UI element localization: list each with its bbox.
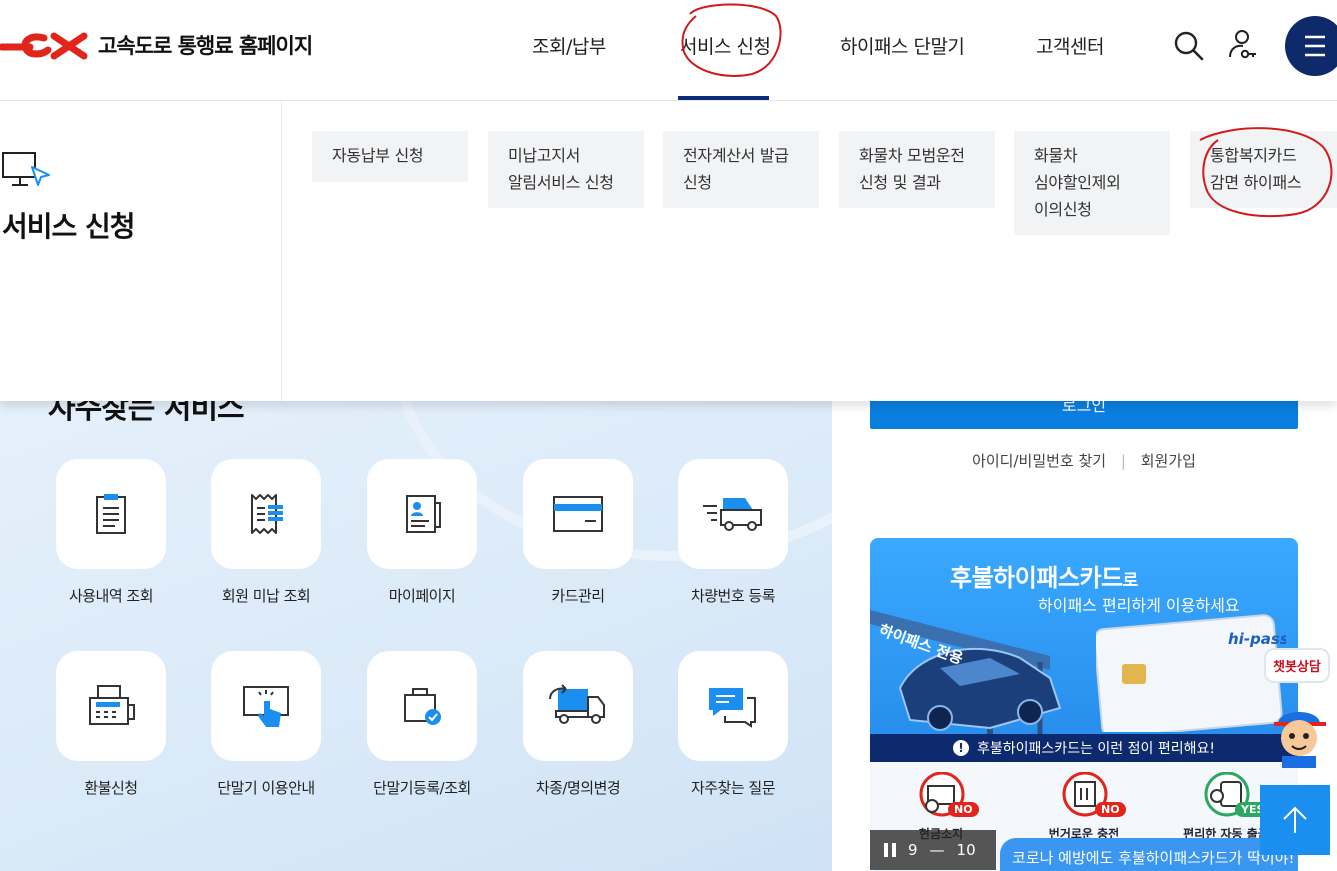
mascot-icon xyxy=(1274,712,1326,768)
service-faq[interactable]: 자주찾는 질문 xyxy=(668,651,798,798)
highway-car-illustration: 하이패스 전용 xyxy=(870,610,1062,734)
service-label: 단말기등록/조회 xyxy=(373,779,471,797)
search-icon[interactable] xyxy=(1174,31,1204,65)
no-badge: NO xyxy=(948,802,979,817)
service-mypage[interactable]: 마이페이지 xyxy=(357,459,487,606)
menu-auto-payment[interactable]: 자동납부 신청 xyxy=(312,131,468,182)
menu-e-invoice[interactable]: 전자계산서 발급 신청 xyxy=(663,131,819,208)
hipass-card-illustration: hi-pass xyxy=(1096,614,1286,732)
menu-welfare-card-hipass[interactable]: 통합복지카드 감면 하이패스 xyxy=(1190,131,1337,208)
promo-banner[interactable]: 후불하이패스카드로 하이패스 편리하게 이용하세요 하이패스 전용 hi-pas… xyxy=(870,538,1298,871)
truck-change-icon xyxy=(549,684,605,724)
chatbot-label[interactable]: 챗봇상담 xyxy=(1264,648,1330,683)
link-divider: | xyxy=(1120,452,1126,470)
device-check-icon xyxy=(404,688,441,725)
account-links: 아이디/비밀번호 찾기 | 회원가입 xyxy=(870,450,1298,471)
join-link[interactable]: 회원가입 xyxy=(1141,452,1196,470)
service-vehicle-change[interactable]: 차종/명의변경 xyxy=(513,651,643,798)
mega-menu-panel: 서비스 신청 자동납부 신청 미납고지서 알림서비스 신청 전자계산서 발급 신… xyxy=(0,101,1337,401)
menu-button[interactable] xyxy=(1285,16,1337,76)
fax-icon xyxy=(89,685,135,725)
chat-icon xyxy=(709,688,756,728)
service-vehicle-register[interactable]: 차량번호 등록 xyxy=(668,459,798,606)
service-label: 환불신청 xyxy=(84,779,138,797)
mega-menu-title: 서비스 신청 xyxy=(2,210,136,243)
menu-truck-night-discount[interactable]: 화물차 심야할인제외 이의신청 xyxy=(1014,131,1170,235)
receipt-icon xyxy=(251,494,283,534)
site-header: 고속도로 통행료 홈페이지 조회/납부 서비스 신청 하이패스 단말기 고객센터 xyxy=(0,0,1337,101)
slide-current: 9 xyxy=(908,841,918,859)
service-label: 회원 미납 조회 xyxy=(221,587,311,605)
site-title: 고속도로 통행료 홈페이지 xyxy=(98,34,313,58)
pause-icon[interactable] xyxy=(884,843,896,857)
slide-separator: — xyxy=(929,841,945,859)
slide-total: 10 xyxy=(956,841,976,859)
nav-item-lookup[interactable]: 조회/납부 xyxy=(532,32,606,59)
frequent-services-panel: 자주찾는 서비스 사용내역 조회 회원 미납 조회 마이페이지 카드관리 차량번… xyxy=(0,401,832,871)
service-refund[interactable]: 환불신청 xyxy=(46,651,176,798)
exclamation-icon: ! xyxy=(953,740,970,756)
service-label: 단말기 이용안내 xyxy=(217,779,315,797)
arrow-up-icon xyxy=(1283,806,1307,833)
service-terminal-guide[interactable]: 단말기 이용안내 xyxy=(201,651,331,798)
find-id-password-link[interactable]: 아이디/비밀번호 찾기 xyxy=(972,452,1106,470)
svg-text:hi-pass: hi-pass xyxy=(1228,630,1286,648)
ticker-banner[interactable]: 코로나 예방에도 후불하이패스카드가 딱이야! xyxy=(1000,838,1298,871)
menu-unpaid-notice[interactable]: 미납고지서 알림서비스 신청 xyxy=(488,131,644,208)
nav-item-terminal[interactable]: 하이패스 단말기 xyxy=(840,32,965,59)
section-title: 자주찾는 서비스 xyxy=(48,401,245,426)
scroll-top-button[interactable] xyxy=(1260,785,1330,855)
service-usage-history[interactable]: 사용내역 조회 xyxy=(46,459,176,606)
chatbot-widget[interactable]: 챗봇상담 xyxy=(1262,648,1337,768)
touch-icon xyxy=(243,686,289,727)
logo[interactable]: 고속도로 통행료 홈페이지 xyxy=(0,28,313,62)
banner-strip: ! 후불하이패스카드는 이런 점이 편리해요! xyxy=(870,734,1298,762)
service-card-management[interactable]: 카드관리 xyxy=(513,459,643,606)
service-unpaid-lookup[interactable]: 회원 미납 조회 xyxy=(201,459,331,606)
user-key-icon[interactable] xyxy=(1228,29,1258,65)
service-label: 차량번호 등록 xyxy=(690,587,776,605)
car-icon xyxy=(703,498,762,531)
service-label: 사용내역 조회 xyxy=(68,587,154,605)
ex-logo-icon xyxy=(0,32,88,60)
mega-menu-sidebar: 서비스 신청 xyxy=(0,101,282,401)
nav-item-customer[interactable]: 고객센터 xyxy=(1036,32,1104,59)
nav-active-indicator xyxy=(678,96,769,100)
clipboard-list-icon xyxy=(96,494,126,534)
slide-controls: 9 — 10 xyxy=(870,830,996,870)
menu-icon xyxy=(1305,35,1325,57)
monitor-cursor-icon xyxy=(2,152,50,186)
service-label: 차종/명의변경 xyxy=(535,779,621,797)
card-icon xyxy=(553,496,603,532)
menu-truck-model-driving[interactable]: 화물차 모범운전 신청 및 결과 xyxy=(839,131,995,208)
service-label: 카드관리 xyxy=(551,587,605,605)
service-label: 마이페이지 xyxy=(388,587,456,605)
profile-doc-icon xyxy=(406,495,441,533)
nav-item-service[interactable]: 서비스 신청 xyxy=(680,32,771,59)
service-label: 자주찾는 질문 xyxy=(690,779,776,797)
no-badge: NO xyxy=(1095,802,1126,817)
service-terminal-register[interactable]: 단말기등록/조회 xyxy=(357,651,487,798)
